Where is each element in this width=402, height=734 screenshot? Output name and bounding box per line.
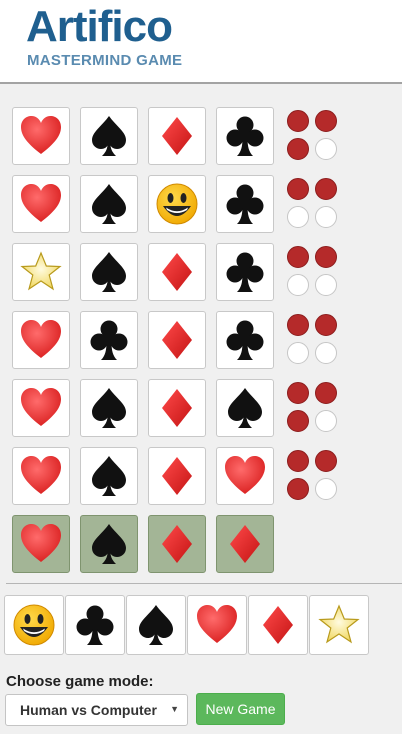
guess-card[interactable] [148,311,206,369]
palette-card[interactable] [65,595,125,655]
divider [6,583,402,584]
guess-card[interactable] [216,447,274,505]
red-peg [287,138,309,160]
white-peg [315,410,337,432]
red-peg [315,314,337,336]
game-mode-value: Human vs Computer [20,702,157,718]
chevron-down-icon: ▼ [170,704,179,714]
white-peg [287,206,309,228]
guess-card[interactable] [12,379,70,437]
red-peg [287,450,309,472]
red-peg [315,246,337,268]
guess-card[interactable] [12,107,70,165]
red-peg [287,410,309,432]
guess-card[interactable] [80,107,138,165]
guess-card[interactable] [148,447,206,505]
game-mode-select[interactable]: Human vs Computer ▼ [5,694,188,726]
palette-card[interactable] [248,595,308,655]
guess-card[interactable] [12,311,70,369]
guess-card[interactable] [80,175,138,233]
red-peg [287,178,309,200]
guess-card[interactable] [148,175,206,233]
answer-card[interactable] [216,515,274,573]
guess-card[interactable] [216,379,274,437]
guess-card[interactable] [148,107,206,165]
red-peg [315,178,337,200]
app-header: Artifico MASTERMIND GAME [0,0,402,84]
guess-card[interactable] [216,243,274,301]
white-peg [315,138,337,160]
guess-card[interactable] [148,379,206,437]
palette-card[interactable] [4,595,64,655]
guess-card[interactable] [80,447,138,505]
red-peg [287,110,309,132]
answer-card[interactable] [12,515,70,573]
guess-card[interactable] [12,243,70,301]
guess-card[interactable] [80,243,138,301]
red-peg [315,110,337,132]
guess-card[interactable] [216,311,274,369]
guess-card[interactable] [148,243,206,301]
answer-card[interactable] [148,515,206,573]
red-peg [287,478,309,500]
new-game-button[interactable]: New Game [196,693,285,725]
red-peg [287,382,309,404]
palette-card[interactable] [126,595,186,655]
answer-card[interactable] [80,515,138,573]
guess-card[interactable] [12,447,70,505]
white-peg [315,478,337,500]
palette-card[interactable] [309,595,369,655]
logo-subtitle: MASTERMIND GAME [27,52,183,69]
white-peg [287,342,309,364]
red-peg [315,450,337,472]
red-peg [287,314,309,336]
palette-card[interactable] [187,595,247,655]
guess-card[interactable] [216,107,274,165]
guess-card[interactable] [80,379,138,437]
red-peg [315,382,337,404]
guess-card[interactable] [80,311,138,369]
red-peg [287,246,309,268]
logo-title: Artifico [26,2,173,51]
white-peg [315,206,337,228]
guess-card[interactable] [12,175,70,233]
game-mode-label: Choose game mode: [6,673,154,690]
white-peg [315,274,337,296]
white-peg [287,274,309,296]
guess-card[interactable] [216,175,274,233]
white-peg [315,342,337,364]
